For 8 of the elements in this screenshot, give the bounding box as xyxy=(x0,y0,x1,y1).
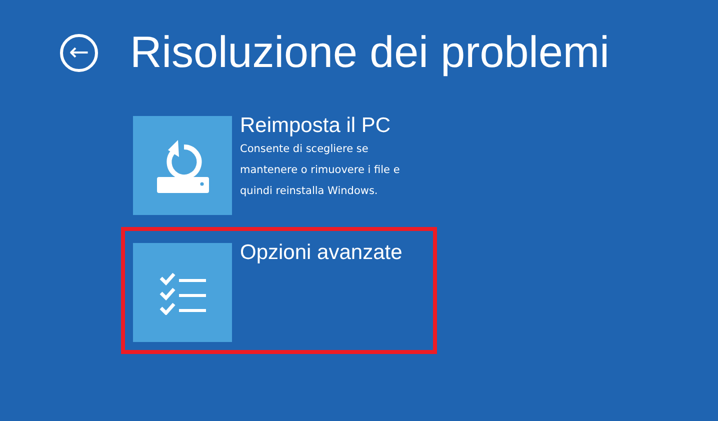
option-description: Consente di scegliere se mantenere o rimuovere i file e quindi reinstalla Windows. xyxy=(240,142,401,199)
option-item[interactable]: Reimposta il PC Consente di scegliere se mantenere o rimuovere i file e quindi reinstalla Windows. xyxy=(121,100,437,227)
option-title: Opzioni avanzate xyxy=(240,240,404,266)
highlighted-option[interactable]: Opzioni avanzate xyxy=(121,227,437,354)
page-title: Risoluzione dei problemi xyxy=(130,27,610,79)
option-title: Reimposta il PC xyxy=(240,113,392,139)
checklist-icon xyxy=(158,270,206,314)
back-button[interactable]: ← xyxy=(60,34,98,72)
